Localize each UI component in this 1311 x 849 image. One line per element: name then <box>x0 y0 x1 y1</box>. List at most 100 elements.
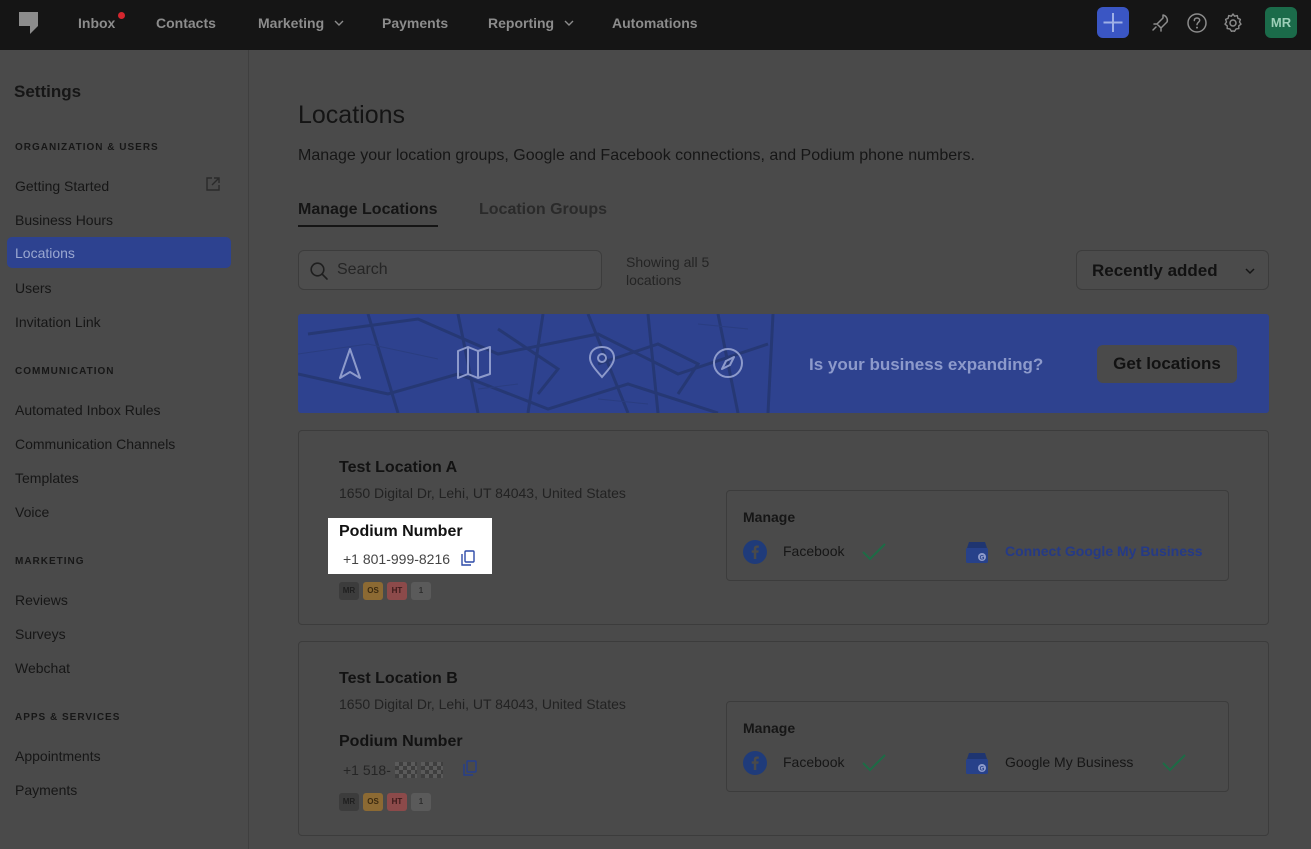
user-count-chip: 1 <box>411 793 431 811</box>
nav-automations[interactable]: Automations <box>612 15 698 31</box>
chevron-down-icon <box>1245 268 1255 275</box>
help-icon[interactable] <box>1186 12 1208 34</box>
search-input[interactable] <box>337 260 587 280</box>
tab-location-groups[interactable]: Location Groups <box>479 201 607 219</box>
podium-number-title: Podium Number <box>339 523 463 540</box>
sidebar-title: Settings <box>14 82 82 101</box>
plus-icon <box>1103 13 1123 32</box>
nav-marketing-label: Marketing <box>258 15 325 31</box>
copy-icon[interactable] <box>461 550 475 566</box>
gear-icon[interactable] <box>1222 12 1244 34</box>
sidebar-item-communication-channels[interactable]: Communication Channels <box>15 436 175 452</box>
location-card: Test Location B 1650 Digital Dr, Lehi, U… <box>298 641 1269 836</box>
settings-sidebar: Settings ORGANIZATION & USERS Getting St… <box>0 50 249 849</box>
sidebar-item-label: Locations <box>15 245 75 261</box>
sidebar-item-payments[interactable]: Payments <box>15 782 77 798</box>
user-chip: MR <box>339 582 359 600</box>
user-chip: HT <box>387 793 407 811</box>
search-box <box>298 250 602 290</box>
section-heading-organization: ORGANIZATION & USERS <box>15 142 159 153</box>
user-chip: OS <box>363 582 383 600</box>
podium-number-value: +1 801-999-8216 <box>343 551 451 567</box>
nav-reporting-label: Reporting <box>488 15 555 31</box>
sidebar-item-webchat[interactable]: Webchat <box>15 660 70 676</box>
sidebar-item-invitation-link[interactable]: Invitation Link <box>15 314 101 330</box>
chevron-down-icon <box>564 20 574 26</box>
rocket-icon[interactable] <box>1150 12 1172 34</box>
copy-icon[interactable] <box>463 760 477 776</box>
facebook-icon <box>743 540 767 564</box>
section-heading-apps-services: APPS & SERVICES <box>15 712 121 723</box>
sort-dropdown[interactable]: Recently added <box>1076 250 1269 290</box>
user-chip: MR <box>339 793 359 811</box>
user-count-chip: 1 <box>411 582 431 600</box>
search-icon <box>310 262 328 280</box>
sidebar-item-locations[interactable]: Locations <box>7 237 231 268</box>
location-name: Test Location B <box>339 670 458 687</box>
facebook-label: Facebook <box>783 754 845 770</box>
nav-reporting[interactable]: Reporting <box>488 15 574 31</box>
location-address: 1650 Digital Dr, Lehi, UT 84043, United … <box>339 485 626 501</box>
sidebar-item-voice[interactable]: Voice <box>15 504 49 520</box>
sidebar-item-automated-inbox-rules[interactable]: Automated Inbox Rules <box>15 402 161 418</box>
nav-inbox[interactable]: Inbox <box>78 15 115 31</box>
user-avatar[interactable]: MR <box>1265 7 1297 38</box>
map-icon <box>457 346 491 379</box>
connect-google-my-business-link[interactable]: Connect Google My Business <box>1005 543 1203 559</box>
google-my-business-icon: G <box>966 753 988 774</box>
map-illustration <box>298 314 775 413</box>
section-heading-communication: COMMUNICATION <box>15 366 115 377</box>
podium-number-value: +1 518- <box>343 762 443 778</box>
podium-number-title: Podium Number <box>339 733 463 750</box>
get-locations-button[interactable]: Get locations <box>1097 345 1237 383</box>
check-icon <box>1162 754 1186 772</box>
create-new-button[interactable] <box>1097 7 1129 38</box>
results-count: Showing all 5 locations <box>626 254 710 288</box>
external-link-icon[interactable] <box>204 175 222 193</box>
sort-selected-value: Recently added <box>1092 261 1218 280</box>
sidebar-item-business-hours[interactable]: Business Hours <box>15 212 113 228</box>
nav-payments[interactable]: Payments <box>382 15 448 31</box>
svg-text:G: G <box>980 767 985 773</box>
sidebar-item-reviews[interactable]: Reviews <box>15 592 68 608</box>
inbox-notification-dot <box>118 12 125 19</box>
user-chips: MR OS HT 1 <box>339 582 431 600</box>
manage-title: Manage <box>743 720 796 736</box>
check-icon <box>862 754 886 772</box>
manage-panel: Manage Facebook G Connect Google My Busi… <box>726 490 1229 581</box>
page-description: Manage your location groups, Google and … <box>298 147 975 164</box>
banner-message: Is your business expanding? <box>809 355 1044 374</box>
navigation-arrow-icon <box>339 348 361 379</box>
location-card: Test Location A 1650 Digital Dr, Lehi, U… <box>298 430 1269 625</box>
facebook-label: Facebook <box>783 543 845 559</box>
manage-title: Manage <box>743 509 796 525</box>
svg-text:G: G <box>980 556 985 562</box>
user-chip: HT <box>387 582 407 600</box>
podium-logo-icon[interactable] <box>19 12 38 34</box>
expansion-banner: Is your business expanding? Get location… <box>298 314 1269 413</box>
sidebar-item-getting-started[interactable]: Getting Started <box>15 178 109 194</box>
redacted-digits <box>394 762 417 778</box>
top-navigation: Inbox Contacts Marketing Payments Report… <box>0 0 1311 50</box>
sidebar-item-users[interactable]: Users <box>15 280 52 296</box>
sidebar-item-appointments[interactable]: Appointments <box>15 748 101 764</box>
google-my-business-icon: G <box>966 542 988 563</box>
nav-contacts[interactable]: Contacts <box>156 15 216 31</box>
redacted-digits <box>420 762 443 778</box>
section-heading-marketing: MARKETING <box>15 556 85 567</box>
facebook-icon <box>743 751 767 775</box>
check-icon <box>862 543 886 561</box>
google-my-business-label: Google My Business <box>1005 754 1134 770</box>
page-title: Locations <box>298 101 406 129</box>
sidebar-item-templates[interactable]: Templates <box>15 470 79 486</box>
nav-marketing[interactable]: Marketing <box>258 15 344 31</box>
chevron-down-icon <box>334 20 344 26</box>
podium-number-highlight: Podium Number +1 801-999-8216 <box>328 518 492 574</box>
sidebar-item-surveys[interactable]: Surveys <box>15 626 66 642</box>
user-chips: MR OS HT 1 <box>339 793 431 811</box>
user-chip: OS <box>363 793 383 811</box>
location-name: Test Location A <box>339 459 458 476</box>
podium-number-prefix: +1 518- <box>343 762 391 778</box>
tab-manage-locations[interactable]: Manage Locations <box>298 201 438 227</box>
location-address: 1650 Digital Dr, Lehi, UT 84043, United … <box>339 696 626 712</box>
